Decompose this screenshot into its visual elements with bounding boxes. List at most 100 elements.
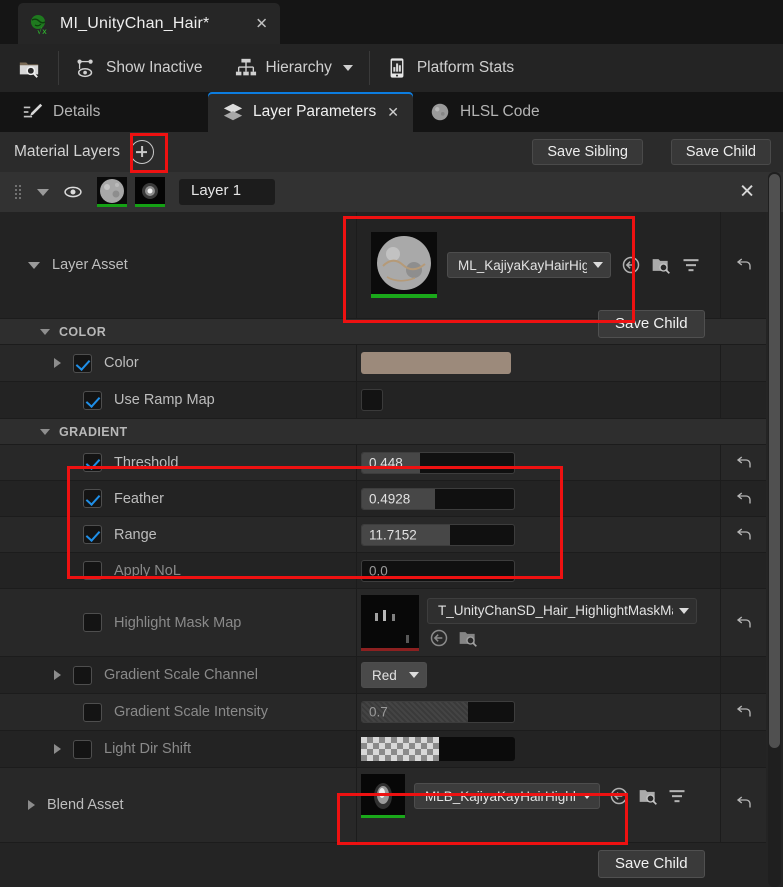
reset-highlight-mask-map[interactable] bbox=[720, 589, 766, 656]
reset-layer-asset[interactable] bbox=[720, 212, 766, 318]
close-icon[interactable]: ✕ bbox=[255, 16, 268, 31]
layer-row[interactable]: Layer 1 ✕ bbox=[0, 172, 783, 212]
row-use-ramp-map: Use Ramp Map bbox=[0, 382, 766, 419]
panel-header: Material Layers Save Sibling Save Child bbox=[0, 132, 783, 172]
triangle-down-icon[interactable] bbox=[40, 428, 50, 435]
blend-mask-thumbnail[interactable] bbox=[135, 177, 165, 207]
filter-icon[interactable] bbox=[667, 786, 687, 806]
reset-gradient-scale-intensity[interactable] bbox=[720, 694, 766, 730]
document-tab[interactable]: √x MI_UnityChan_Hair* ✕ bbox=[18, 3, 280, 44]
chevron-down-icon[interactable] bbox=[679, 607, 689, 614]
reset-arrow-icon bbox=[736, 796, 751, 808]
range-input[interactable]: 11.7152 bbox=[361, 523, 515, 546]
use-ramp-map-checkbox[interactable] bbox=[83, 390, 102, 410]
triangle-right-icon[interactable] bbox=[54, 670, 61, 680]
triangle-down-icon[interactable] bbox=[37, 188, 49, 196]
category-gradient-label: GRADIENT bbox=[59, 424, 128, 439]
hierarchy-label: Hierarchy bbox=[265, 59, 332, 76]
hierarchy-button[interactable]: Hierarchy bbox=[219, 44, 369, 92]
material-sphere-thumbnail[interactable] bbox=[97, 177, 127, 207]
threshold-input[interactable]: 0.448 bbox=[361, 451, 515, 474]
show-inactive-button[interactable]: Show Inactive bbox=[59, 44, 219, 92]
row-apply-nol: Apply NoL 0.0 bbox=[0, 553, 766, 589]
browse-to-asset-icon[interactable] bbox=[621, 255, 641, 275]
chevron-down-icon[interactable] bbox=[409, 672, 419, 678]
gradient-scale-channel-value: Red bbox=[372, 667, 397, 683]
triangle-down-icon[interactable] bbox=[40, 328, 50, 335]
save-sibling-button[interactable]: Save Sibling bbox=[532, 139, 643, 165]
chevron-down-icon[interactable] bbox=[593, 262, 603, 268]
reset-range[interactable] bbox=[720, 517, 766, 552]
texture-thumbnail[interactable] bbox=[361, 594, 419, 651]
platform-stats-button[interactable]: Platform Stats bbox=[370, 44, 530, 92]
triangle-down-icon[interactable] bbox=[28, 261, 40, 269]
apply-nol-checkbox[interactable] bbox=[83, 561, 102, 580]
reset-arrow-icon bbox=[736, 258, 751, 270]
feather-input[interactable]: 0.4928 bbox=[361, 487, 515, 510]
chevron-down-icon[interactable] bbox=[342, 65, 353, 71]
layer-asset-dropdown[interactable]: ML_KajiyaKayHairHig bbox=[447, 252, 611, 278]
layer-name-field[interactable]: Layer 1 bbox=[179, 179, 275, 205]
tab-details[interactable]: Details bbox=[8, 92, 114, 132]
close-icon[interactable]: ✕ bbox=[387, 104, 399, 121]
threshold-checkbox[interactable] bbox=[83, 453, 102, 472]
vertical-scrollbar[interactable] bbox=[768, 172, 781, 887]
browse-to-asset-icon[interactable] bbox=[429, 628, 449, 648]
tab-layer-parameters[interactable]: Layer Parameters ✕ bbox=[208, 92, 413, 132]
drag-handle-icon[interactable] bbox=[14, 184, 23, 200]
color-checkbox[interactable] bbox=[73, 353, 92, 373]
feather-checkbox[interactable] bbox=[83, 489, 102, 508]
save-child-button[interactable]: Save Child bbox=[670, 139, 771, 165]
category-gradient[interactable]: GRADIENT bbox=[0, 419, 766, 445]
open-in-browser-icon[interactable] bbox=[651, 255, 671, 275]
reset-apply-nol bbox=[720, 553, 766, 588]
browse-to-asset-icon[interactable] bbox=[609, 786, 629, 806]
open-in-browser-icon[interactable] bbox=[638, 786, 658, 806]
save-child-overlay-bottom[interactable]: Save Child bbox=[598, 850, 705, 878]
tab-hlsl-code-label: HLSL Code bbox=[460, 103, 540, 120]
save-child-overlay-top[interactable]: Save Child bbox=[598, 310, 705, 338]
reset-blend-asset[interactable] bbox=[720, 768, 766, 842]
plus-circle-icon[interactable] bbox=[129, 140, 154, 164]
scrollbar-thumb[interactable] bbox=[769, 174, 780, 748]
triangle-right-icon[interactable] bbox=[28, 800, 35, 810]
row-threshold: Threshold 0.448 bbox=[0, 445, 766, 481]
reset-arrow-icon bbox=[736, 615, 751, 627]
gradient-scale-intensity-input[interactable]: 0.7 bbox=[361, 701, 515, 723]
color-swatch[interactable] bbox=[361, 352, 511, 374]
filter-icon[interactable] bbox=[681, 255, 701, 275]
remove-layer-icon[interactable]: ✕ bbox=[739, 183, 755, 202]
triangle-right-icon[interactable] bbox=[54, 744, 61, 754]
material-layer-thumbnail[interactable] bbox=[371, 232, 437, 298]
triangle-right-icon[interactable] bbox=[54, 358, 61, 368]
reset-gradient-scale-channel bbox=[720, 657, 766, 693]
apply-nol-value: 0.0 bbox=[369, 563, 388, 578]
browse-asset-button[interactable] bbox=[0, 44, 58, 92]
blend-asset-dropdown[interactable]: MLB_KajiyaKayHairHighlightI bbox=[414, 783, 600, 809]
row-gradient-scale-intensity: Gradient Scale Intensity 0.7 bbox=[0, 694, 766, 731]
light-dir-shift-label: Light Dir Shift bbox=[104, 741, 192, 757]
light-dir-shift-checkbox[interactable] bbox=[73, 739, 92, 759]
tab-hlsl-code[interactable]: HLSL Code bbox=[415, 92, 554, 132]
highlight-mask-map-checkbox[interactable] bbox=[83, 613, 102, 632]
highlight-mask-map-dropdown[interactable]: T_UnityChanSD_Hair_HighlightMaskMap bbox=[427, 597, 697, 624]
feather-label: Feather bbox=[114, 490, 164, 507]
reset-arrow-icon bbox=[736, 527, 751, 539]
range-checkbox[interactable] bbox=[83, 525, 102, 544]
light-dir-shift-swatch[interactable] bbox=[361, 737, 515, 761]
chevron-down-icon[interactable] bbox=[582, 793, 592, 799]
gradient-scale-channel-dropdown[interactable]: Red bbox=[361, 662, 427, 688]
open-in-browser-icon[interactable] bbox=[458, 628, 478, 648]
layer-asset-label: Layer Asset bbox=[52, 257, 128, 273]
reset-feather[interactable] bbox=[720, 481, 766, 516]
ramp-map-swatch[interactable] bbox=[361, 389, 383, 411]
apply-nol-input[interactable]: 0.0 bbox=[361, 559, 515, 582]
blend-layer-thumbnail[interactable] bbox=[361, 774, 405, 818]
row-range: Range 11.7152 bbox=[0, 517, 766, 553]
eye-icon[interactable] bbox=[63, 182, 83, 202]
gradient-scale-intensity-checkbox[interactable] bbox=[83, 702, 102, 722]
checker-pattern bbox=[361, 737, 439, 761]
reset-threshold[interactable] bbox=[720, 445, 766, 480]
gradient-scale-channel-checkbox[interactable] bbox=[73, 665, 92, 685]
tab-layer-parameters-label: Layer Parameters bbox=[253, 103, 377, 120]
